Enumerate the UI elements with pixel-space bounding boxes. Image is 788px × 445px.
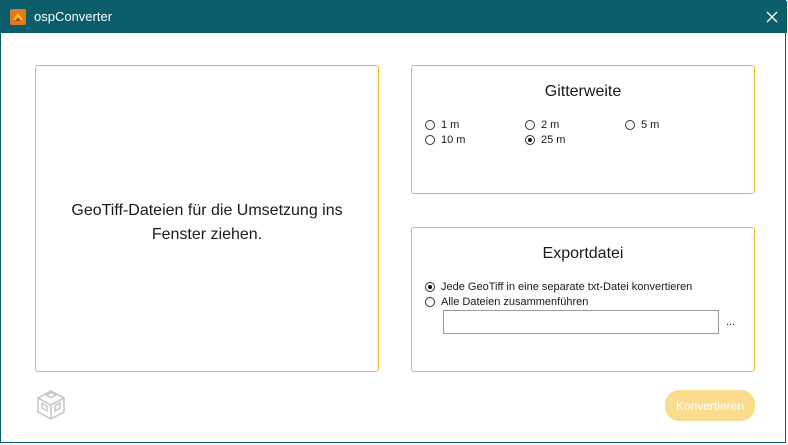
radio-indicator-selected[interactable] (525, 135, 535, 145)
file-drop-zone[interactable]: GeoTiff-Dateien für die Umsetzung ins Fe… (35, 65, 379, 372)
grid-size-title: Gitterweite (544, 83, 622, 100)
radio-grid-25m[interactable]: 25 m (525, 134, 565, 146)
radio-label: 5 m (641, 119, 660, 131)
radio-grid-10m[interactable]: 10 m (425, 134, 465, 146)
radio-label: Alle Dateien zusammenführen (441, 296, 589, 308)
radio-label: Jede GeoTiff in eine separate txt-Datei … (441, 281, 693, 293)
export-file-title: Exportdatei (542, 245, 624, 262)
radio-export-merge[interactable]: Alle Dateien zusammenführen (425, 296, 588, 308)
close-icon (766, 11, 778, 23)
radio-label: 1 m (441, 119, 460, 131)
radio-grid-5m[interactable]: 5 m (625, 119, 659, 131)
drop-zone-instructions: GeoTiff-Dateien für die Umsetzung ins Fe… (71, 202, 343, 243)
radio-indicator[interactable] (425, 297, 435, 307)
close-button[interactable] (757, 1, 787, 33)
radio-label: 25 m (541, 134, 566, 146)
radio-indicator[interactable] (625, 120, 635, 130)
convert-button[interactable]: Konvertieren (665, 390, 755, 421)
radio-indicator[interactable] (425, 120, 435, 130)
radio-indicator[interactable] (525, 120, 535, 130)
browse-button[interactable]: ... (726, 317, 735, 328)
radio-grid-2m[interactable]: 2 m (525, 119, 559, 131)
radio-indicator-selected[interactable] (425, 282, 435, 292)
radio-label: 10 m (441, 134, 466, 146)
export-path-input[interactable] (443, 310, 719, 334)
radio-indicator[interactable] (425, 135, 435, 145)
app-window: ospConverter GeoTiff-Dateien für die Ums… (0, 0, 787, 443)
window-title: ospConverter (34, 9, 113, 24)
osp-cube-logo-icon (34, 388, 68, 422)
grid-size-panel: Gitterweite (411, 65, 755, 194)
radio-grid-1m[interactable]: 1 m (425, 119, 459, 131)
radio-label: 2 m (541, 119, 560, 131)
title-bar[interactable]: ospConverter (1, 1, 787, 33)
radio-export-separate[interactable]: Jede GeoTiff in eine separate txt-Datei … (425, 281, 692, 293)
app-icon (10, 9, 26, 25)
